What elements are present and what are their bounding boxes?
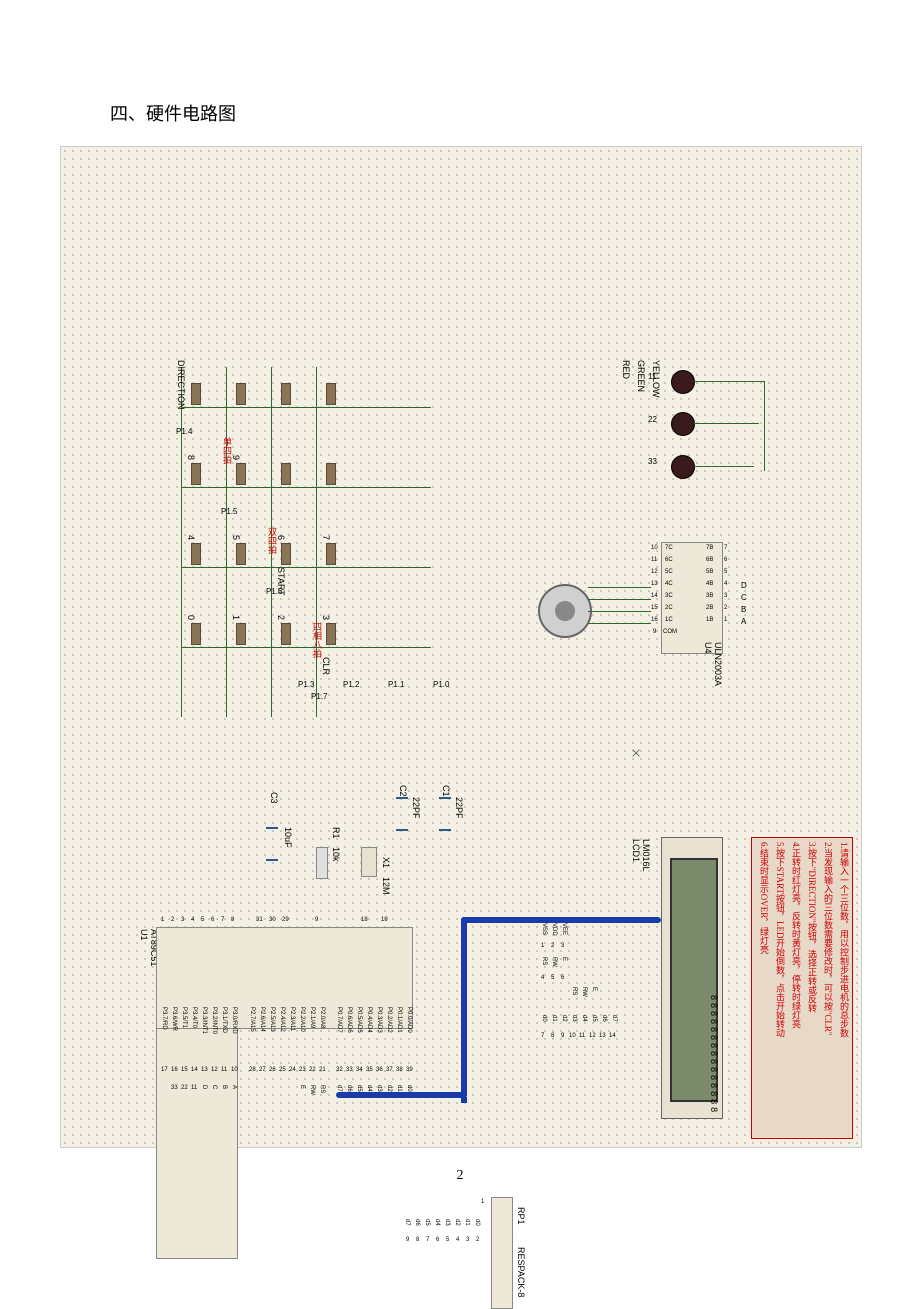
x-mark: × [631,743,641,764]
stepper-motor [538,584,592,638]
cap-c3 [266,827,278,861]
instruction-box: 1.请输入一个三位数，用以控制步进电机的总步数 2.当发现输入的三位数需要修改时… [751,837,853,1139]
led-yellow [671,455,695,479]
respack-rp1 [491,1197,513,1309]
cap-c2 [396,797,408,831]
crystal-x1 [361,847,377,877]
res-r1 [316,847,328,879]
mcu-ref: U1 [139,929,149,941]
led-red [671,370,695,394]
led-label-green: GREEN [636,360,646,392]
circuit-schematic: RED GREEN YELLOW 11 22 33 U4 ULN2003A 7C… [60,146,862,1148]
led-green [671,412,695,436]
section-title: 四、硬件电路图 [110,100,860,126]
cap-c1 [439,797,451,831]
led-label-red: RED [621,360,631,379]
